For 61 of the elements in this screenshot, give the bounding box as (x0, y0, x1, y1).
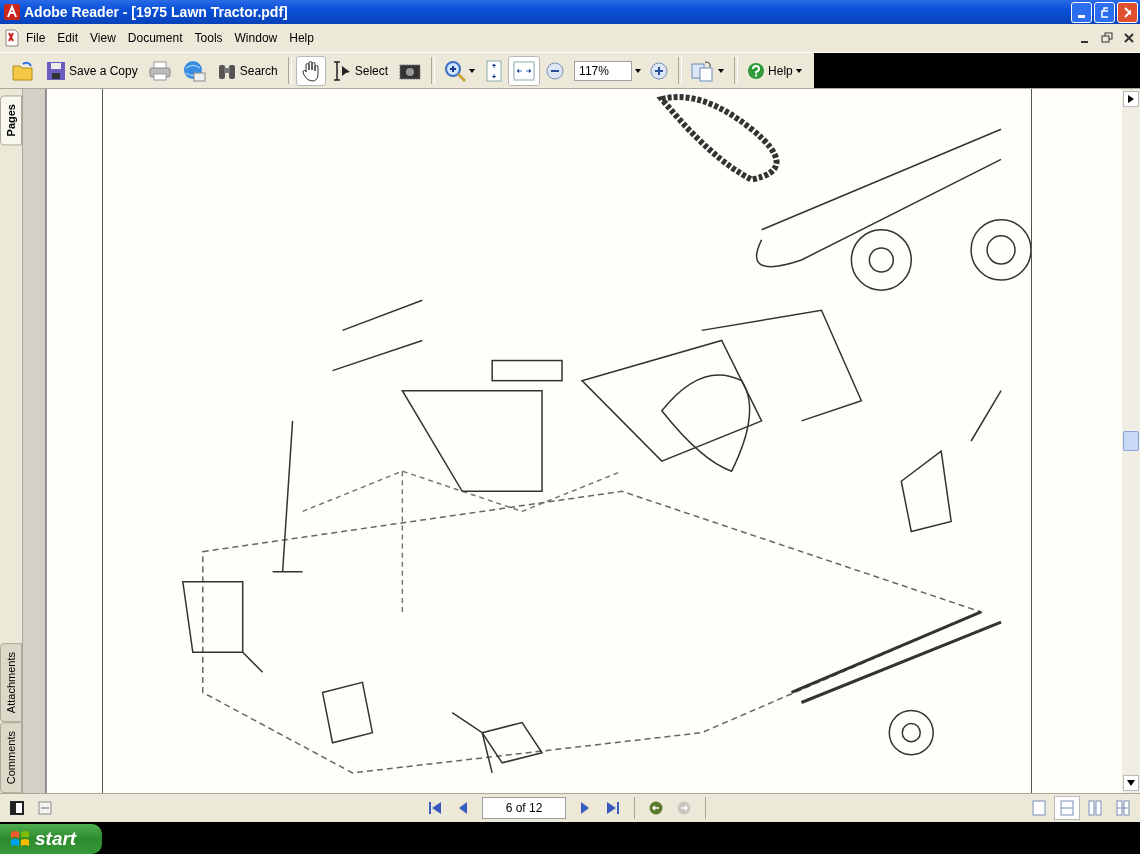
first-page-icon (428, 801, 442, 815)
menu-item[interactable]: File (20, 31, 52, 45)
menu-item[interactable]: Help (283, 31, 320, 45)
select-tool-button[interactable]: Select (326, 55, 394, 86)
minus-circle-icon (546, 61, 565, 80)
restore-button[interactable] (1094, 1, 1115, 23)
close-button[interactable] (1117, 1, 1138, 23)
document-icon (4, 29, 20, 47)
page-layout-icon (1032, 800, 1046, 816)
restore-icon[interactable] (1100, 32, 1114, 44)
menu-item[interactable]: View (84, 31, 122, 45)
pages-icon (691, 59, 716, 82)
question-mark-icon (747, 61, 766, 80)
menu-item[interactable]: Document (121, 31, 189, 45)
fit-page-icon (486, 59, 503, 82)
restore-icon (1101, 6, 1108, 18)
caret-icon (1128, 95, 1134, 103)
start-button[interactable]: start (0, 824, 103, 854)
caret-icon (1127, 780, 1135, 786)
minimize-icon (1078, 14, 1085, 18)
menu-item[interactable]: Tools (188, 31, 229, 45)
windows-flag-icon (10, 829, 30, 849)
plus-circle-icon (650, 61, 669, 80)
save-copy-button[interactable]: Save a Copy (41, 55, 143, 86)
app-logo-icon (4, 4, 20, 20)
text-cursor-arrow-icon (331, 59, 352, 82)
magnifier-plus-icon (444, 59, 467, 82)
last-page-icon (606, 801, 620, 815)
minimize-button[interactable] (1071, 1, 1092, 23)
side-tab[interactable]: Pages (0, 95, 22, 146)
scrollbar-thumb[interactable] (1123, 431, 1139, 451)
menu-item[interactable]: Edit (51, 31, 85, 45)
side-tab[interactable]: Attachments (0, 642, 22, 722)
search-button[interactable]: Search (211, 55, 283, 86)
page-layout-icon (1060, 800, 1074, 816)
scroll-down-button[interactable] (1123, 775, 1139, 791)
page-number-field[interactable]: 6 of 12 (482, 797, 566, 819)
hand-icon (300, 59, 321, 82)
caret-icon[interactable] (635, 68, 642, 73)
close-icon (1124, 6, 1131, 18)
panel-icon (38, 801, 52, 815)
go-back-icon (649, 801, 663, 815)
caret-icon[interactable] (718, 68, 725, 73)
go-forward-icon (677, 801, 691, 815)
printer-icon (148, 60, 171, 81)
menu-item[interactable]: Window (228, 31, 284, 45)
hand-tool-button[interactable] (295, 55, 326, 86)
pane-icon (10, 801, 24, 815)
close-icon[interactable] (1122, 32, 1136, 44)
folder-icon (11, 59, 35, 82)
fit-width-icon (513, 60, 536, 81)
page-layout-icon (1088, 800, 1102, 816)
caret-icon[interactable] (795, 68, 802, 73)
zoom-field[interactable]: 117% (574, 60, 633, 81)
help-button[interactable]: Help (742, 55, 807, 86)
globe-envelope-icon (181, 59, 206, 82)
scroll-up-button[interactable] (1123, 91, 1139, 107)
caret-icon[interactable] (469, 68, 476, 73)
page-layout-icon (1116, 800, 1130, 816)
side-tab[interactable]: Comments (0, 721, 22, 793)
window-title: Adobe Reader - [1975 Lawn Tractor.pdf] (24, 4, 289, 20)
